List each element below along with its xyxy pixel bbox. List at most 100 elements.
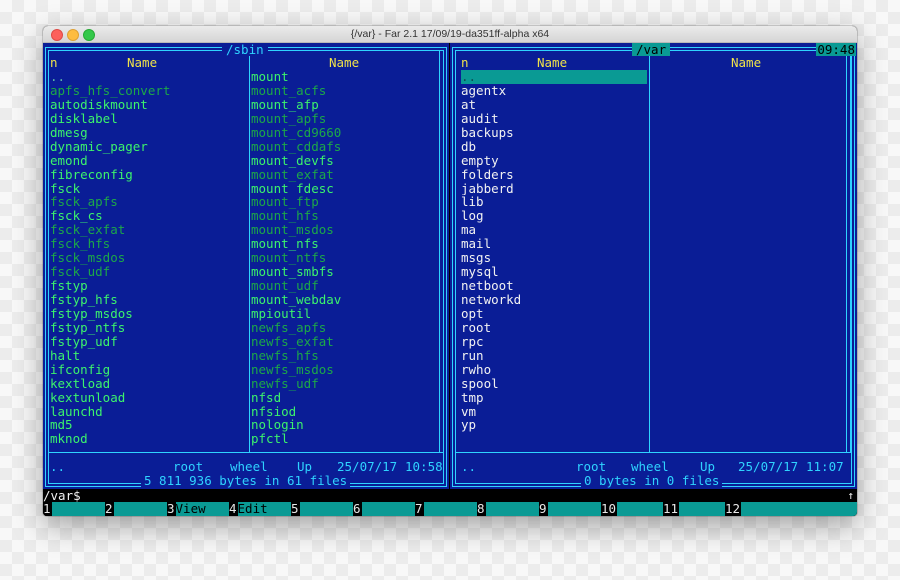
file-item[interactable]: nologin	[251, 418, 437, 432]
file-item[interactable]: nfsiod	[251, 405, 437, 419]
file-item[interactable]: mount_msdos	[251, 223, 437, 237]
file-item[interactable]: fsck_exfat	[50, 223, 248, 237]
parent-directory-item[interactable]: ..	[50, 70, 248, 84]
function-key-f8[interactable]: 8	[477, 502, 539, 516]
sort-indicator[interactable]: n	[50, 56, 58, 70]
file-item[interactable]: mount_ftp	[251, 195, 437, 209]
file-item[interactable]: rwho	[461, 363, 647, 377]
file-item[interactable]: fsck	[50, 182, 248, 196]
file-item[interactable]: agentx	[461, 84, 647, 98]
file-item[interactable]: tmp	[461, 391, 647, 405]
file-item[interactable]: fsck_udf	[50, 265, 248, 279]
file-item[interactable]: mount	[251, 70, 437, 84]
file-item[interactable]: dynamic_pager	[50, 140, 248, 154]
file-item[interactable]: newfs_apfs	[251, 321, 437, 335]
file-item[interactable]: vm	[461, 405, 647, 419]
file-item[interactable]: newfs_hfs	[251, 349, 437, 363]
file-item[interactable]: fsck_msdos	[50, 251, 248, 265]
scrollbar[interactable]	[846, 51, 851, 452]
file-item[interactable]: empty	[461, 154, 647, 168]
function-key-f10[interactable]: 10	[601, 502, 663, 516]
file-item[interactable]: mount_hfs	[251, 209, 437, 223]
scrollbar[interactable]	[439, 51, 444, 452]
file-item[interactable]: fibreconfig	[50, 168, 248, 182]
file-item[interactable]: spool	[461, 377, 647, 391]
file-item[interactable]: log	[461, 209, 647, 223]
file-item[interactable]: kextload	[50, 377, 248, 391]
scroll-up-icon[interactable]: ↑	[847, 489, 854, 502]
function-key-f2[interactable]: 2	[105, 502, 167, 516]
right-panel[interactable]: /var 09:48 n Name Name .. agentx at audit ba…	[450, 43, 857, 489]
file-item[interactable]: mknod	[50, 432, 248, 446]
file-item[interactable]: backups	[461, 126, 647, 140]
column-header-name[interactable]: Name	[731, 56, 761, 70]
function-key-f1[interactable]: 1	[43, 502, 105, 516]
minimize-window-button[interactable]	[67, 29, 79, 41]
file-item[interactable]: mount_exfat	[251, 168, 437, 182]
function-key-f7[interactable]: 7	[415, 502, 477, 516]
sort-indicator[interactable]: n	[461, 56, 469, 70]
left-panel[interactable]: /sbin n Name Name .. apfs_hfs_convert auto…	[43, 43, 449, 489]
function-key-f4[interactable]: 4 Edit	[229, 502, 291, 516]
file-item[interactable]: mount_fdesc	[251, 182, 437, 196]
file-item[interactable]: disklabel	[50, 112, 248, 126]
file-item[interactable]: rpc	[461, 335, 647, 349]
file-item[interactable]: autodiskmount	[50, 98, 248, 112]
file-item[interactable]: networkd	[461, 293, 647, 307]
file-item[interactable]: newfs_udf	[251, 377, 437, 391]
file-item[interactable]: db	[461, 140, 647, 154]
function-key-f6[interactable]: 6	[353, 502, 415, 516]
file-item[interactable]: root	[461, 321, 647, 335]
file-item[interactable]: fsck_hfs	[50, 237, 248, 251]
column-header-name[interactable]: Name	[537, 56, 567, 70]
file-item[interactable]: md5	[50, 418, 248, 432]
file-item[interactable]: run	[461, 349, 647, 363]
file-item[interactable]: mount_acfs	[251, 84, 437, 98]
file-item[interactable]: halt	[50, 349, 248, 363]
file-item[interactable]: mount_cddafs	[251, 140, 437, 154]
file-item[interactable]: mount_smbfs	[251, 265, 437, 279]
file-item[interactable]: fstyp_ntfs	[50, 321, 248, 335]
file-item[interactable]: yp	[461, 418, 647, 432]
file-item[interactable]: at	[461, 98, 647, 112]
file-item[interactable]: pfctl	[251, 432, 437, 446]
file-item[interactable]: fsck_cs	[50, 209, 248, 223]
file-item[interactable]: mail	[461, 237, 647, 251]
column-header-name[interactable]: Name	[329, 56, 359, 70]
file-item[interactable]: mount_afp	[251, 98, 437, 112]
file-item[interactable]: lib	[461, 195, 647, 209]
maximize-window-button[interactable]	[83, 29, 95, 41]
file-item[interactable]: dmesg	[50, 126, 248, 140]
file-item[interactable]: mysql	[461, 265, 647, 279]
panel-path[interactable]: /sbin	[222, 43, 268, 56]
file-item[interactable]: fsck_apfs	[50, 195, 248, 209]
panel-path[interactable]: /var	[632, 43, 671, 56]
title-bar[interactable]: {/var} - Far 2.1 17/09/19-da351ff-alpha …	[43, 26, 857, 43]
function-key-f11[interactable]: 11	[663, 502, 725, 516]
file-item[interactable]: emond	[50, 154, 248, 168]
file-item[interactable]: mount_devfs	[251, 154, 437, 168]
file-item[interactable]: mount_udf	[251, 279, 437, 293]
file-item[interactable]: mount_apfs	[251, 112, 437, 126]
file-item[interactable]: mount_webdav	[251, 293, 437, 307]
function-key-f9[interactable]: 9	[539, 502, 601, 516]
file-item[interactable]: launchd	[50, 405, 248, 419]
file-item[interactable]: netboot	[461, 279, 647, 293]
file-item[interactable]: opt	[461, 307, 647, 321]
file-item[interactable]: fstyp_hfs	[50, 293, 248, 307]
file-item[interactable]: msgs	[461, 251, 647, 265]
function-key-f5[interactable]: 5	[291, 502, 353, 516]
file-item[interactable]: kextunload	[50, 391, 248, 405]
file-item[interactable]: ma	[461, 223, 647, 237]
file-item[interactable]: jabberd	[461, 182, 647, 196]
file-item[interactable]: apfs_hfs_convert	[50, 84, 248, 98]
parent-directory-item[interactable]: ..	[461, 70, 647, 84]
column-header-name[interactable]: Name	[127, 56, 157, 70]
close-window-button[interactable]	[51, 29, 63, 41]
file-item[interactable]: fstyp	[50, 279, 248, 293]
file-item[interactable]: fstyp_msdos	[50, 307, 248, 321]
file-item[interactable]: ifconfig	[50, 363, 248, 377]
file-item[interactable]: folders	[461, 168, 647, 182]
file-item[interactable]: mount_nfs	[251, 237, 437, 251]
file-item[interactable]: mount_ntfs	[251, 251, 437, 265]
